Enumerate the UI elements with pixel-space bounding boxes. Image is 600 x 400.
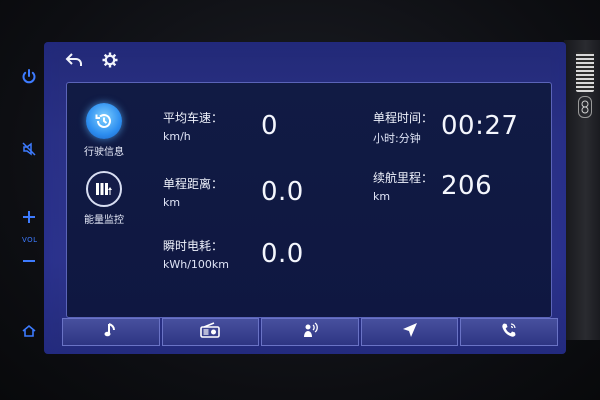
mute-icon[interactable] [16, 136, 42, 162]
sidebar-item-label: 能量监控 [84, 215, 124, 226]
metric-unit: km [163, 196, 181, 209]
metric-trip-distance: 单程距离： km 0.0 [163, 175, 333, 209]
trip-info-panel: 行驶信息 能量监控 平均车速： km/h 0 单程距离： km 0.0 瞬时电耗… [66, 82, 552, 318]
metric-trip-time: 单程时间： 小时:分钟 00:27 [373, 109, 543, 146]
dock-phone-button[interactable] [460, 318, 558, 346]
metric-unit: km/h [163, 130, 191, 143]
voice-assistant-icon [301, 322, 319, 342]
metric-value: 0.0 [261, 239, 304, 269]
battery-bars-icon [86, 171, 122, 207]
music-note-icon [104, 322, 118, 342]
volume-up-icon[interactable] [16, 204, 42, 230]
bottom-dock [62, 318, 558, 346]
metric-value: 0.0 [261, 177, 304, 207]
back-arrow-icon[interactable] [64, 50, 84, 70]
metric-name: 瞬时电耗： [163, 239, 224, 253]
metric-name: 平均车速： [163, 111, 224, 125]
sidebar-item-label: 行驶信息 [84, 147, 124, 158]
power-icon[interactable] [16, 64, 42, 90]
phone-icon [501, 322, 517, 342]
metric-unit: kWh/100km [163, 258, 230, 271]
metric-value: 00:27 [441, 111, 519, 141]
metric-range: 续航里程： km 206 [373, 169, 543, 203]
metric-avg-speed: 平均车速： km/h 0 [163, 109, 333, 143]
metric-value: 206 [441, 171, 493, 201]
vol-label: VOL [22, 236, 38, 244]
radio-icon [200, 322, 221, 342]
metric-name: 单程距离： [163, 177, 224, 191]
metric-value: 0 [261, 111, 279, 141]
sidebar-item-trip-info[interactable]: 行驶信息 [69, 103, 139, 158]
volume-down-icon[interactable] [16, 248, 42, 274]
top-bar [44, 42, 566, 78]
dock-radio-button[interactable] [161, 318, 260, 346]
metric-instant-consumption: 瞬时电耗： kWh/100km 0.0 [163, 237, 333, 271]
dock-music-button[interactable] [62, 318, 160, 346]
history-clock-icon [86, 103, 122, 139]
home-icon[interactable] [16, 318, 42, 344]
navigation-arrow-icon [402, 322, 418, 342]
infotainment-screen: 行驶信息 能量监控 平均车速： km/h 0 单程距离： km 0.0 瞬时电耗… [44, 42, 566, 354]
barcode-sticker [576, 52, 594, 92]
gear-icon[interactable] [100, 50, 120, 70]
dock-navigation-button[interactable] [360, 318, 459, 346]
dock-voice-button[interactable] [261, 318, 359, 346]
certification-mark-icon [578, 96, 592, 118]
sidebar-item-energy-monitor[interactable]: 能量监控 [69, 171, 139, 226]
